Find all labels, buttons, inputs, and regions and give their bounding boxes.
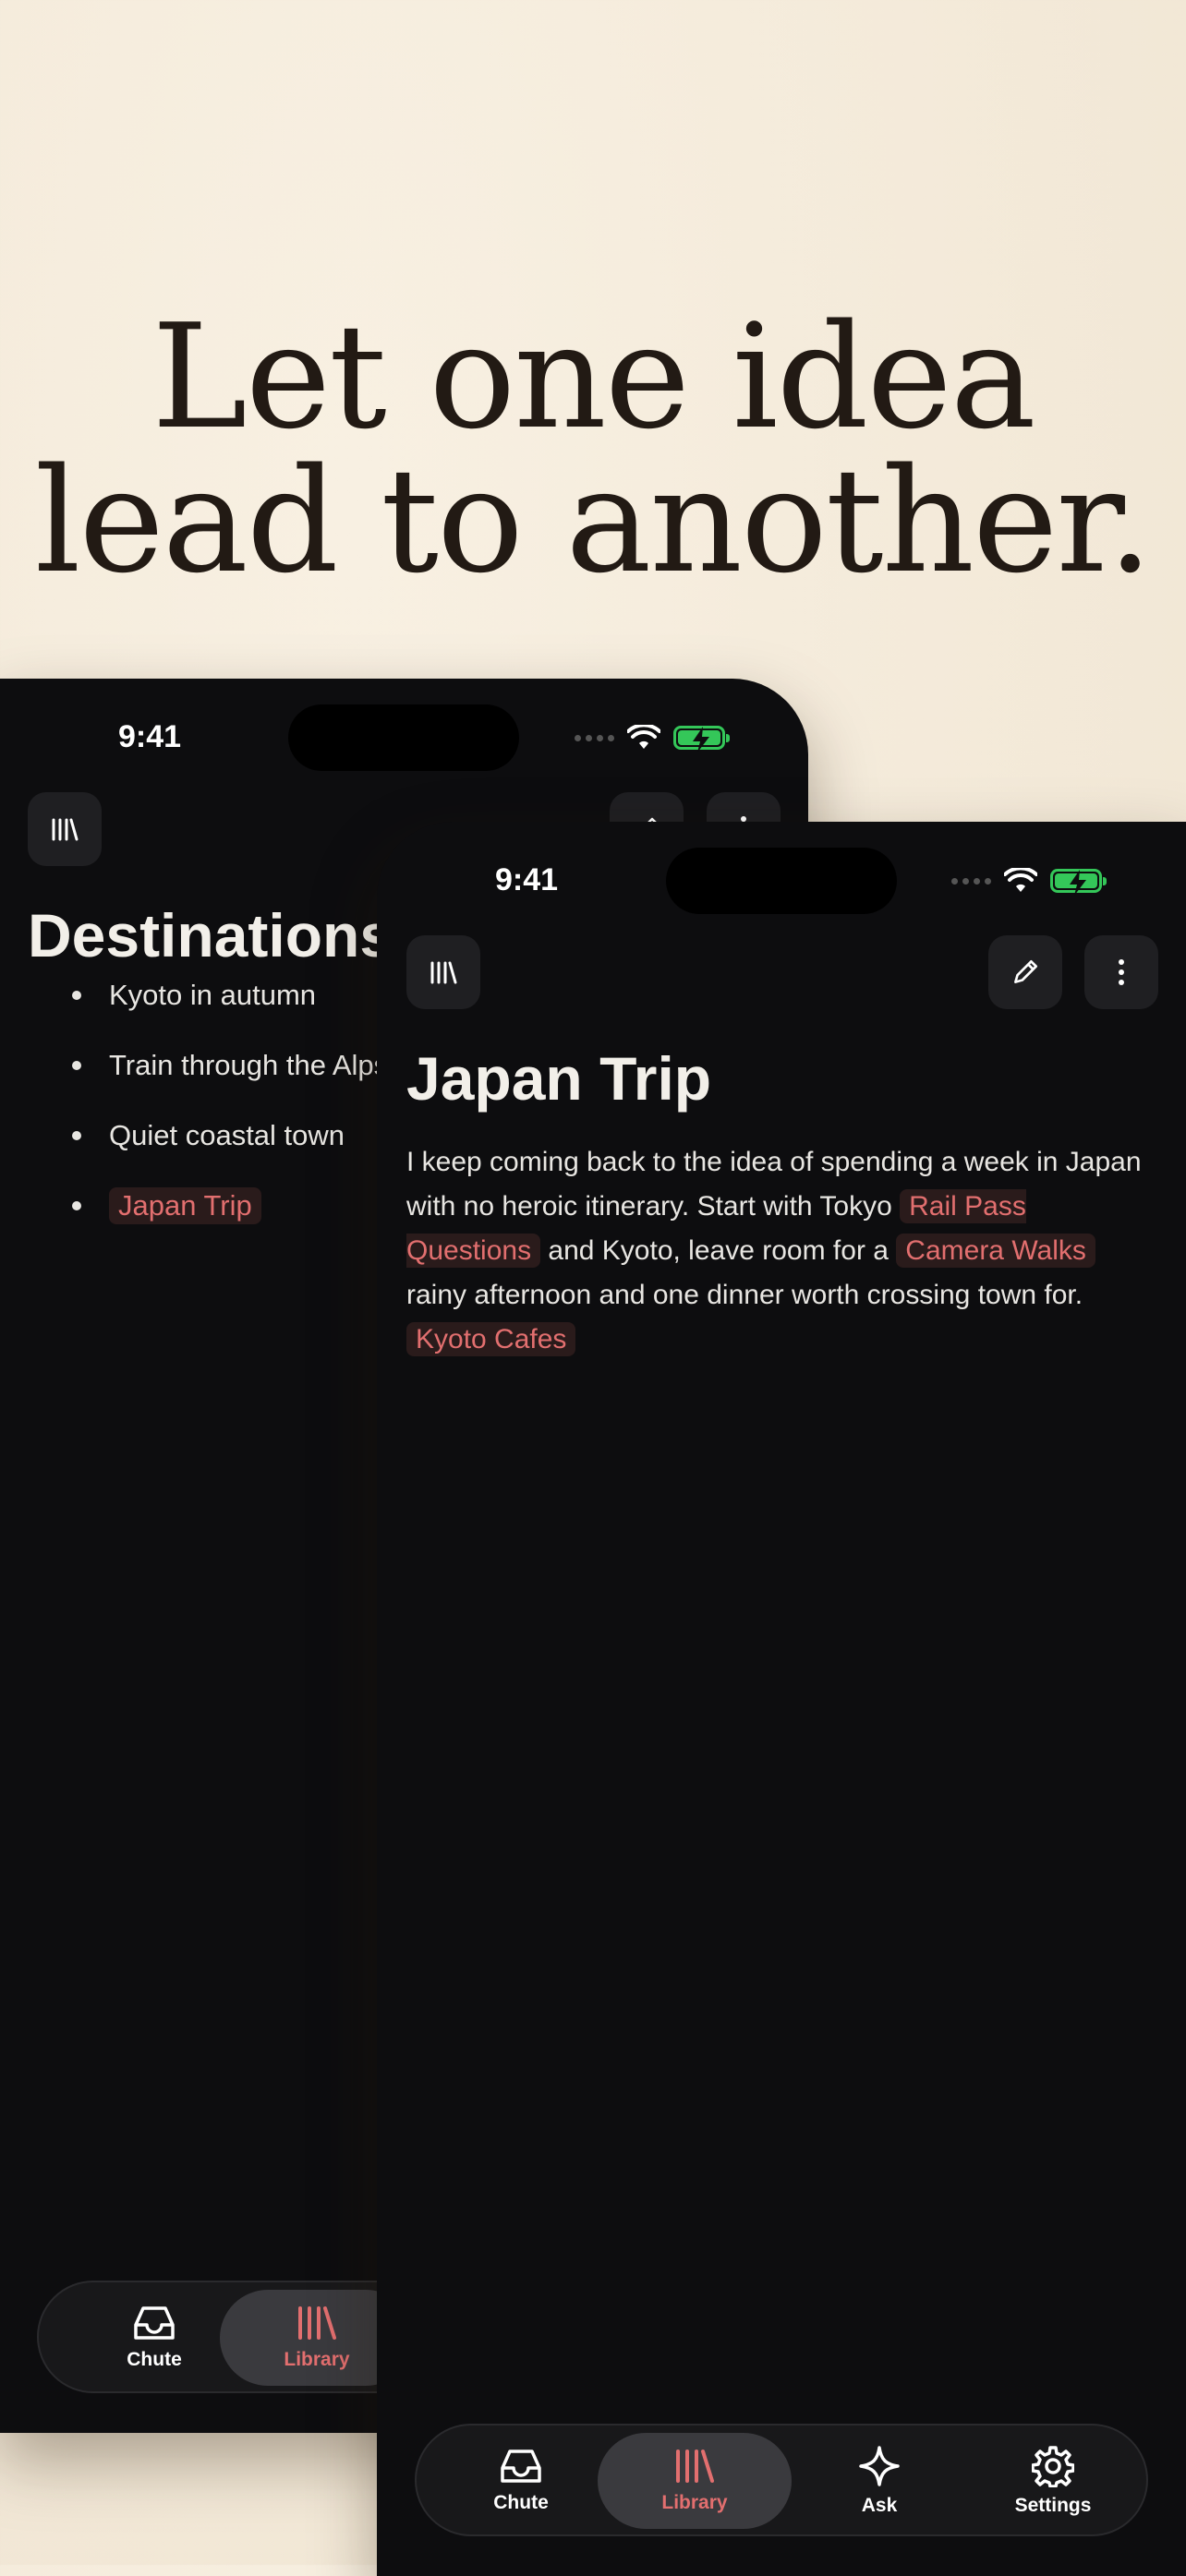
- gear-icon: [1032, 2446, 1074, 2487]
- headline-line-1: Let one idea: [151, 293, 1036, 461]
- wifi-icon: [1004, 868, 1037, 892]
- library-icon: [298, 2306, 336, 2340]
- dynamic-island: [666, 848, 897, 914]
- headline: Let one idea lead to another.: [0, 305, 1186, 593]
- note-link-japan-trip[interactable]: Japan Trip: [109, 1187, 261, 1224]
- library-button[interactable]: [406, 935, 480, 1009]
- sparkle-icon: [859, 2446, 900, 2486]
- note-body: I keep coming back to the idea of spendi…: [406, 1147, 1142, 1356]
- list-item: Train through the Alps: [28, 1030, 388, 1101]
- note-link-kyoto-cafes[interactable]: Kyoto Cafes: [406, 1322, 576, 1356]
- page-title: Japan Trip: [406, 1044, 712, 1113]
- front-phone: 9:41 Japan Trip Chute Library Ask Settin…: [377, 822, 1186, 2576]
- status-icons: [575, 725, 730, 752]
- signal-icon: [575, 734, 614, 741]
- status-time: 9:41: [495, 862, 559, 897]
- status-time: 9:41: [118, 719, 182, 754]
- wifi-icon: [627, 725, 660, 749]
- library-icon: [52, 818, 79, 841]
- tab-ask[interactable]: Ask: [792, 2433, 967, 2529]
- tab-settings[interactable]: Settings: [965, 2433, 1141, 2529]
- more-icon: [1119, 959, 1124, 985]
- list-item: Japan Trip: [28, 1171, 388, 1241]
- list-item: Kyoto in autumn: [28, 960, 388, 1030]
- inbox-icon: [501, 2450, 541, 2483]
- library-button[interactable]: [28, 792, 102, 866]
- inbox-icon: [134, 2306, 175, 2340]
- more-button[interactable]: [1084, 935, 1158, 1009]
- tab-bar: Chute Library Ask Settings: [415, 2424, 1148, 2536]
- dynamic-island: [288, 704, 519, 771]
- battery-icon: [1050, 869, 1107, 896]
- battery-icon: [673, 726, 730, 752]
- tab-chute[interactable]: Chute: [433, 2433, 609, 2529]
- library-icon: [430, 961, 457, 984]
- edit-button[interactable]: [988, 935, 1062, 1009]
- note-link-camera-walks[interactable]: Camera Walks: [896, 1234, 1095, 1268]
- pencil-icon: [1014, 959, 1038, 983]
- signal-icon: [951, 877, 991, 885]
- destination-list: Kyoto in autumn Train through the Alps Q…: [28, 960, 388, 1241]
- library-icon: [676, 2450, 714, 2483]
- status-icons: [951, 868, 1107, 896]
- list-item: Quiet coastal town: [28, 1101, 388, 1171]
- headline-line-2: lead to another.: [34, 437, 1154, 605]
- tab-library[interactable]: Library: [598, 2433, 792, 2529]
